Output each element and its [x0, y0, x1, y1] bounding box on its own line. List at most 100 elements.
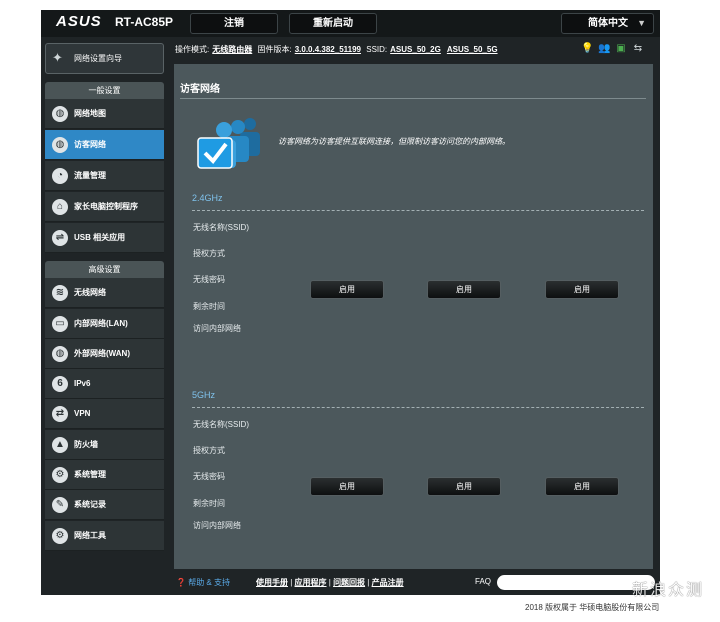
intranet-label-5g: 访问内部网络 — [193, 521, 241, 530]
watermark: 新浪众测 — [632, 582, 705, 599]
enable-button-2g-1[interactable]: 启用 — [310, 280, 384, 299]
lan-icon: ▭ — [52, 316, 68, 332]
apps-link[interactable]: 应用程序 — [295, 578, 327, 587]
ssid-2g-link[interactable]: ASUS_50_2G — [390, 45, 441, 54]
registration-link[interactable]: 产品注册 — [372, 578, 404, 587]
title-divider — [180, 98, 646, 99]
time-label-2g: 剩余时间 — [193, 302, 225, 311]
enable-button-5g-1[interactable]: 启用 — [310, 477, 384, 496]
op-mode-link[interactable]: 无线路由器 — [212, 45, 252, 54]
asus-logo: ASUS — [56, 13, 102, 30]
sidebar-item-label: 网络工具 — [74, 531, 106, 540]
firewall-icon: ▲ — [52, 437, 68, 453]
globe-icon: ◍ — [52, 137, 68, 153]
intranet-label-2g: 访问内部网络 — [193, 324, 241, 333]
sidebar-item-usb[interactable]: ⇌ USB 相关应用 — [45, 223, 164, 253]
usb-icon: ⇌ — [52, 230, 68, 246]
firmware-link[interactable]: 3.0.0.4.382_51199 — [295, 45, 361, 54]
enable-button-2g-2[interactable]: 启用 — [427, 280, 501, 299]
reboot-button[interactable]: 重新启动 — [289, 13, 377, 34]
sidebar-item-vpn[interactable]: ⇄ VPN — [45, 399, 164, 429]
sidebar-item-label: 系统记录 — [74, 500, 106, 509]
general-settings-title: 一般设置 — [45, 82, 164, 99]
sidebar-item-guest-network[interactable]: ◍ 访客网络 — [45, 130, 164, 160]
sidebar-item-wan[interactable]: ◍ 外部网络(WAN) — [45, 339, 164, 369]
sidebar-item-label: IPv6 — [74, 379, 91, 388]
network-status-icon[interactable]: ▣ — [615, 43, 627, 55]
sidebar-item-label: 内部网络(LAN) — [74, 319, 128, 328]
sidebar-item-wireless[interactable]: ≋ 无线网络 — [45, 278, 164, 308]
sidebar-item-label: VPN — [74, 409, 91, 418]
band-5g-divider — [192, 407, 644, 408]
auth-label-2g: 授权方式 — [193, 249, 225, 258]
page-title: 访客网络 — [180, 84, 220, 95]
wan-icon: ◍ — [52, 346, 68, 362]
sidebar-item-label: USB 相关应用 — [74, 233, 126, 242]
notification-icon[interactable]: 💡 — [581, 43, 593, 55]
auth-label-5g: 授权方式 — [193, 446, 225, 455]
page-description: 访客网络为访客提供互联网连接，但限制访客访问您的内部网络。 — [278, 137, 510, 146]
vpn-icon: ⇄ — [52, 406, 68, 422]
usb-status-icon[interactable]: ⇆ — [632, 43, 644, 55]
model-name: RT-AC85P — [115, 15, 174, 29]
guest-users-icon — [197, 118, 260, 169]
time-label-5g: 剩余时间 — [193, 499, 225, 508]
quick-setup-label: 网络设置向导 — [74, 54, 122, 63]
footer-links: 使用手册 | 应用程序 | 问题回报 | 产品注册 — [256, 578, 404, 587]
help-support-link[interactable]: ❓ 帮助 & 支持 — [176, 577, 230, 588]
sidebar-item-system-log[interactable]: ✎ 系统记录 — [45, 490, 164, 520]
clients-icon[interactable]: 👥 — [598, 43, 610, 55]
ipv6-icon: 6 — [52, 376, 68, 392]
tools-icon: ⚙ — [52, 528, 68, 544]
sidebar-item-label: 系统管理 — [74, 470, 106, 479]
manual-link[interactable]: 使用手册 — [256, 578, 288, 587]
ssid-label-2g: 无线名称(SSID) — [193, 223, 249, 232]
sidebar-item-parental[interactable]: ⌂ 家长电脑控制程序 — [45, 192, 164, 222]
sidebar-item-label: 访客网络 — [74, 140, 106, 149]
sidebar-item-lan[interactable]: ▭ 内部网络(LAN) — [45, 309, 164, 339]
help-icon: ❓ — [176, 578, 186, 587]
gear-icon: ⚙ — [52, 467, 68, 483]
op-mode-label: 操作模式: — [175, 45, 210, 54]
globe-icon: ◍ — [52, 106, 68, 122]
copyright: 2018 版权属于 华硕电脑股份有限公司 — [525, 603, 660, 612]
enable-button-5g-2[interactable]: 启用 — [427, 477, 501, 496]
lock-icon: ⌂ — [52, 199, 68, 215]
sidebar-item-firewall[interactable]: ▲ 防火墙 — [45, 430, 164, 460]
sidebar-item-label: 流量管理 — [74, 171, 106, 180]
sidebar-item-label: 外部网络(WAN) — [74, 349, 130, 358]
ssid-label-5g: 无线名称(SSID) — [193, 420, 249, 429]
chevron-down-icon: ▼ — [637, 18, 646, 28]
feedback-link[interactable]: 问题回报 — [333, 578, 365, 587]
sidebar-item-label: 防火墙 — [74, 440, 98, 449]
wifi-icon: ≋ — [52, 285, 68, 301]
quick-setup-button[interactable]: ✦ 网络设置向导 — [45, 43, 164, 74]
sidebar-item-ipv6[interactable]: 6 IPv6 — [45, 369, 164, 399]
advanced-settings-title: 高级设置 — [45, 261, 164, 278]
ssid-5g-link[interactable]: ASUS_50_5G — [447, 45, 498, 54]
status-icons: 💡 👥 ▣ ⇆ — [581, 43, 644, 55]
sidebar-item-network-map[interactable]: ◍ 网络地图 — [45, 99, 164, 129]
faq-label: FAQ — [475, 577, 492, 586]
band-2g-title: 2.4GHz — [192, 193, 223, 203]
language-label: 简体中文 — [588, 18, 628, 29]
sidebar-item-network-tools[interactable]: ⚙ 网络工具 — [45, 521, 164, 551]
help-support-label: 帮助 & 支持 — [188, 578, 230, 587]
password-label-2g: 无线密码 — [193, 275, 225, 284]
sidebar-item-administration[interactable]: ⚙ 系统管理 — [45, 460, 164, 490]
password-label-5g: 无线密码 — [193, 472, 225, 481]
sidebar-item-label: 无线网络 — [74, 288, 106, 297]
wizard-icon: ✦ — [52, 50, 63, 65]
logout-button[interactable]: 注销 — [190, 13, 278, 34]
language-select[interactable]: 简体中文 ▼ — [561, 13, 654, 34]
log-icon: ✎ — [52, 497, 68, 513]
enable-button-5g-3[interactable]: 启用 — [545, 477, 619, 496]
firmware-label: 固件版本: — [257, 45, 292, 54]
sidebar-item-label: 家长电脑控制程序 — [74, 202, 138, 211]
band-2g-divider — [192, 210, 644, 211]
gauge-icon: ◔ — [52, 168, 68, 184]
band-5g-title: 5GHz — [192, 390, 216, 400]
ssid-label: SSID: — [366, 45, 388, 54]
enable-button-2g-3[interactable]: 启用 — [545, 280, 619, 299]
sidebar-item-traffic[interactable]: ◔ 流量管理 — [45, 161, 164, 191]
